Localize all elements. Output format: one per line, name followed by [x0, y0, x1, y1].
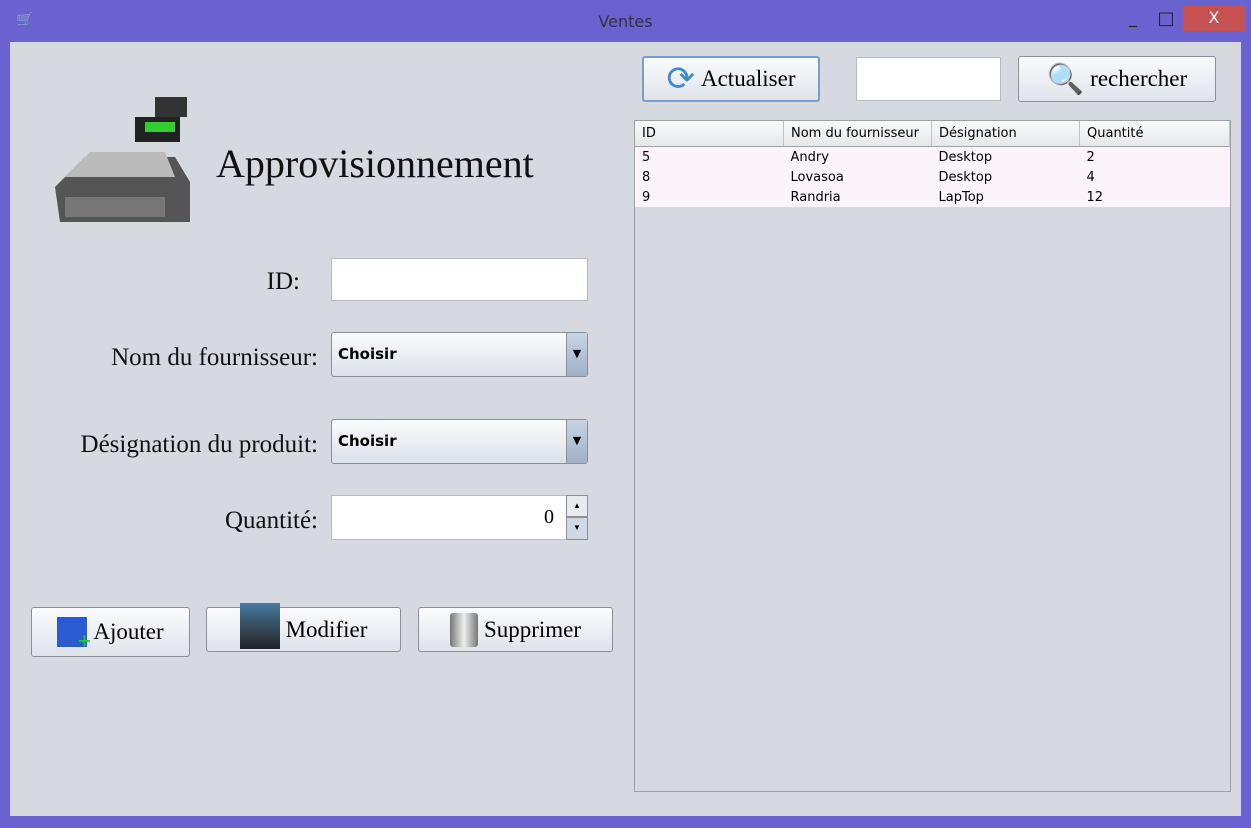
- cell: Desktop: [931, 167, 1080, 187]
- column-header-designation[interactable]: Désignation: [931, 121, 1080, 147]
- save-add-icon: +: [57, 617, 91, 654]
- spinner-down-button[interactable]: ▼: [566, 517, 588, 540]
- trash-icon: [449, 612, 478, 647]
- cell: Randria: [783, 187, 932, 207]
- cell: 8: [635, 167, 784, 187]
- results-table: ID Nom du fournisseur Désignation Quanti…: [634, 120, 1231, 792]
- column-header-fournisseur[interactable]: Nom du fournisseur: [783, 121, 932, 147]
- id-input[interactable]: [331, 258, 588, 301]
- close-button[interactable]: X: [1183, 5, 1245, 31]
- rechercher-label: rechercher: [1090, 66, 1188, 91]
- cell: LapTop: [931, 187, 1080, 207]
- cell: 9: [635, 187, 784, 207]
- designation-value: Choisir: [338, 432, 397, 450]
- document-person-icon: [239, 602, 280, 649]
- actualiser-label: Actualiser: [700, 66, 796, 91]
- cell: Andry: [783, 146, 932, 167]
- window-title: Ventes: [598, 12, 653, 31]
- modifier-label: Modifier: [285, 616, 368, 642]
- minimize-button[interactable]: _: [1118, 8, 1148, 32]
- search-icon: 🔍: [1046, 62, 1085, 96]
- actualiser-button[interactable]: ⟳ Actualiser: [642, 56, 820, 102]
- chevron-down-icon[interactable]: ▼: [566, 420, 587, 463]
- designation-label: Désignation du produit:: [80, 431, 318, 458]
- table-row[interactable]: 9 Randria LapTop 12: [635, 187, 1230, 207]
- ajouter-button[interactable]: + Ajouter: [31, 607, 190, 657]
- cell: 4: [1079, 167, 1230, 187]
- title-bar: 🛒 Ventes _ □ X: [0, 0, 1251, 42]
- supprimer-button[interactable]: Supprimer: [418, 607, 613, 652]
- cell: Lovasoa: [783, 167, 932, 187]
- main-panel: Approvisionnement ID: Nom du fournisseur…: [10, 42, 1241, 816]
- rechercher-button[interactable]: 🔍 rechercher: [1018, 56, 1216, 102]
- page-title: Approvisionnement: [216, 141, 534, 186]
- id-label: ID:: [266, 268, 300, 295]
- modifier-button[interactable]: Modifier: [206, 602, 401, 652]
- cell: 5: [635, 146, 784, 167]
- fournisseur-label: Nom du fournisseur:: [111, 344, 318, 371]
- column-header-id[interactable]: ID: [635, 121, 784, 147]
- table-row[interactable]: 5 Andry Desktop 2: [635, 146, 1230, 167]
- cash-register-icon: [45, 97, 195, 232]
- column-header-quantite[interactable]: Quantité: [1079, 121, 1230, 147]
- quantite-input[interactable]: 0: [331, 495, 567, 540]
- search-input[interactable]: [856, 57, 1001, 101]
- cell: 2: [1079, 146, 1230, 167]
- ajouter-label: Ajouter: [93, 619, 164, 644]
- refresh-icon: ⟳: [666, 61, 695, 98]
- supprimer-label: Supprimer: [483, 616, 582, 642]
- fournisseur-value: Choisir: [338, 345, 397, 363]
- cell: 12: [1079, 187, 1230, 207]
- chevron-down-icon[interactable]: ▼: [566, 333, 587, 376]
- quantite-label: Quantité:: [224, 507, 318, 534]
- designation-select[interactable]: Choisir ▼: [331, 419, 588, 464]
- table-row[interactable]: 8 Lovasoa Desktop 4: [635, 167, 1230, 187]
- maximize-button[interactable]: □: [1152, 8, 1180, 32]
- spinner-up-button[interactable]: ▲: [566, 495, 588, 517]
- cell: Desktop: [931, 146, 1080, 167]
- fournisseur-select[interactable]: Choisir ▼: [331, 332, 588, 377]
